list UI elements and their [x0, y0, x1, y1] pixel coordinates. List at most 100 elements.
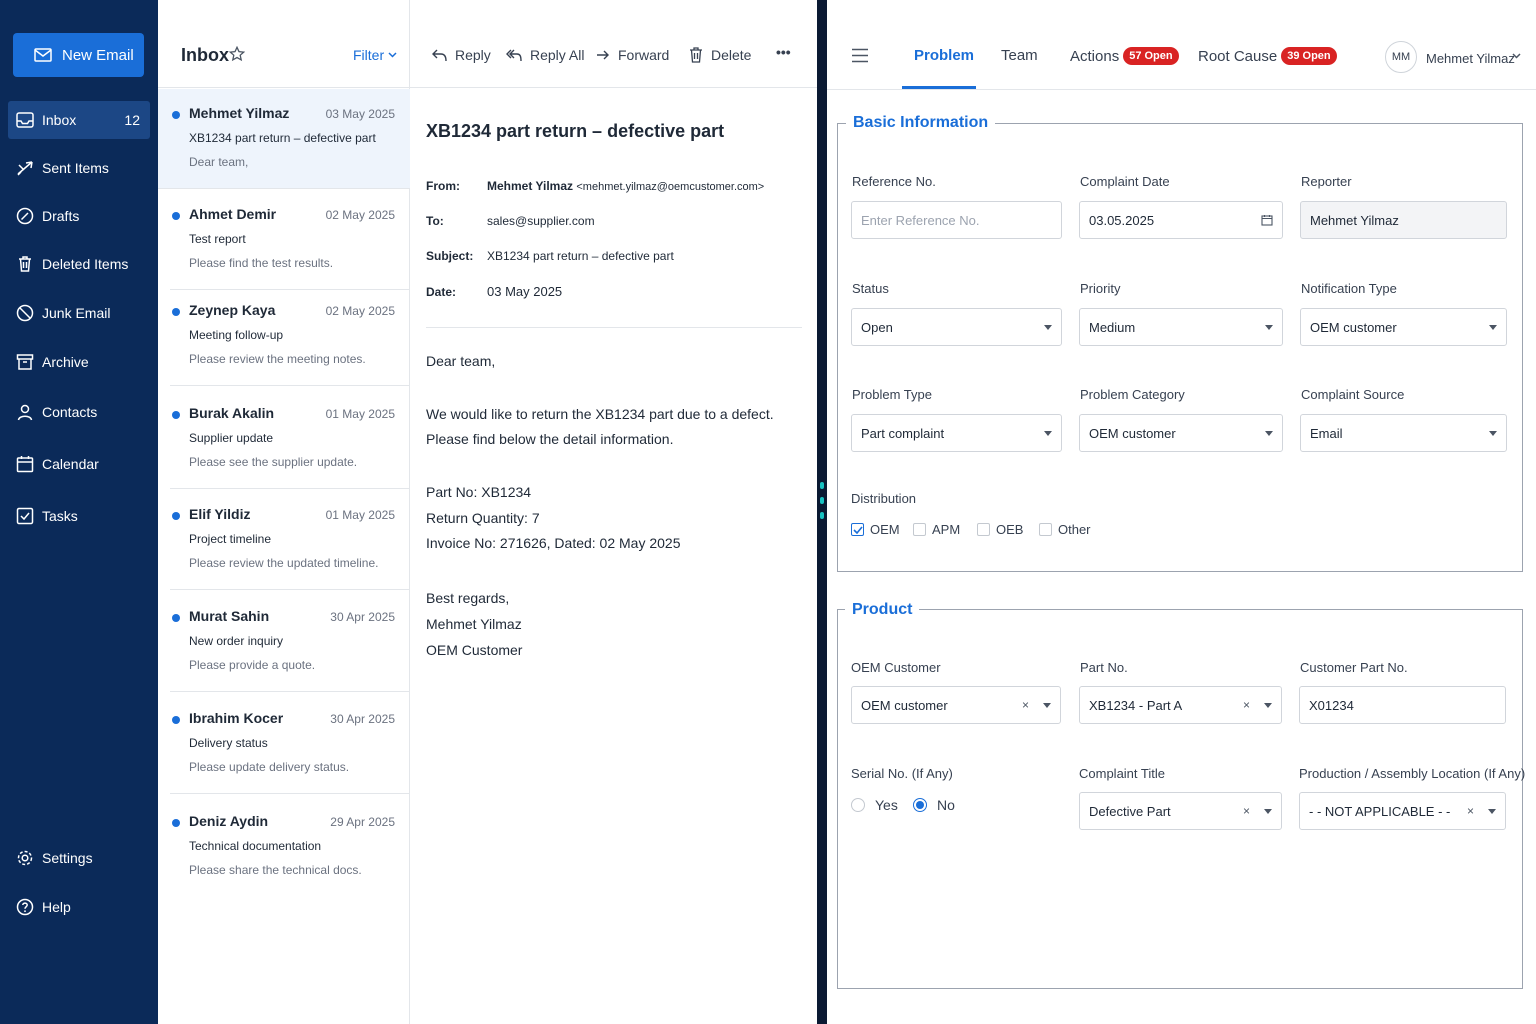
gear-icon: [16, 849, 34, 867]
caret-down-icon: [1265, 324, 1273, 330]
filter-dropdown[interactable]: Filter: [353, 47, 397, 63]
sidebar-item-archive[interactable]: Archive: [8, 343, 150, 381]
delete-button[interactable]: Delete: [689, 47, 751, 63]
sidebar-item-label: Contacts: [42, 404, 98, 420]
calendar-icon[interactable]: [1261, 214, 1273, 226]
serial-yes-radio[interactable]: Yes: [851, 797, 898, 813]
reply-all-icon: [506, 49, 522, 62]
forward-icon: [596, 49, 610, 61]
sidebar-item-drafts[interactable]: Drafts: [8, 197, 150, 235]
notification-type-select[interactable]: OEM customer: [1300, 308, 1507, 346]
tab-team[interactable]: Team: [1001, 47, 1038, 64]
body-line: We would like to return the XB1234 part …: [426, 406, 774, 422]
pane-splitter[interactable]: [817, 0, 827, 1024]
oem-customer-select[interactable]: OEM customer ×: [851, 686, 1061, 724]
body-line: Mehmet Yilmaz: [426, 616, 522, 632]
problem-category-label: Problem Category: [1080, 387, 1185, 402]
sidebar-item-calendar[interactable]: Calendar: [8, 445, 150, 483]
complaint-date-field[interactable]: 03.05.2025: [1079, 201, 1283, 239]
mail-list-item[interactable]: Ahmet Demir 02 May 2025 Test report Plea…: [170, 190, 410, 290]
mail-list-item[interactable]: Mehmet Yilmaz 03 May 2025 XB1234 part re…: [158, 89, 410, 189]
mail-list-item[interactable]: Elif Yildiz 01 May 2025 Project timeline…: [170, 490, 410, 590]
user-name[interactable]: Mehmet Yilmaz: [1426, 51, 1515, 66]
clear-icon[interactable]: ×: [1022, 698, 1029, 712]
tab-root-cause[interactable]: Root Cause 39 Open: [1198, 47, 1337, 65]
forward-button[interactable]: Forward: [596, 47, 669, 63]
problem-category-select[interactable]: OEM customer: [1079, 414, 1283, 452]
body-line: Invoice No: 271626, Dated: 02 May 2025: [426, 535, 681, 551]
sidebar-item-deleted-items[interactable]: Deleted Items: [8, 245, 150, 283]
mail-date: 29 Apr 2025: [330, 815, 395, 829]
trash-icon: [16, 255, 34, 273]
mail-subject: Project timeline: [189, 532, 272, 546]
checkbox-label: OEM: [870, 522, 900, 537]
sidebar-item-tasks[interactable]: Tasks: [8, 497, 150, 535]
tab-label: Actions: [1070, 47, 1120, 65]
to-value[interactable]: sales@supplier.com: [487, 214, 595, 228]
distribution-oeb-checkbox[interactable]: OEB: [977, 522, 1023, 537]
complaint-date-label: Complaint Date: [1080, 174, 1170, 189]
complaint-source-label: Complaint Source: [1301, 387, 1405, 402]
body-line: Dear team,: [426, 353, 496, 369]
more-options-button[interactable]: •••: [776, 44, 791, 60]
checkbox-label: Other: [1058, 522, 1091, 537]
problem-type-label: Problem Type: [852, 387, 932, 402]
complaint-source-select[interactable]: Email: [1300, 414, 1507, 452]
notification-type-value: OEM customer: [1310, 319, 1397, 335]
mail-list-item[interactable]: Burak Akalin 01 May 2025 Supplier update…: [170, 389, 410, 489]
mail-list-item[interactable]: Murat Sahin 30 Apr 2025 New order inquir…: [170, 592, 410, 692]
sidebar-item-junk-email[interactable]: Junk Email: [8, 294, 150, 332]
mail-preview: Please update delivery status.: [189, 760, 350, 774]
clear-icon[interactable]: ×: [1467, 804, 1474, 818]
reply-all-button[interactable]: Reply All: [506, 47, 584, 63]
part-no-select[interactable]: XB1234 - Part A ×: [1079, 686, 1282, 724]
serial-no-radio[interactable]: No: [913, 797, 955, 813]
radio-selected-icon: [913, 798, 927, 812]
sidebar-item-inbox[interactable]: Inbox 12: [8, 101, 150, 139]
star-icon[interactable]: [229, 46, 245, 62]
help-icon: [16, 898, 34, 916]
tab-problem[interactable]: Problem: [914, 47, 974, 64]
from-label: From:: [426, 179, 460, 193]
checkbox-checked-icon: [851, 523, 864, 536]
sidebar-item-label: Archive: [42, 354, 89, 370]
complaint-title-select[interactable]: Defective Part ×: [1079, 792, 1282, 830]
location-select[interactable]: - - NOT APPLICABLE - - ×: [1299, 792, 1506, 830]
clear-icon[interactable]: ×: [1243, 804, 1250, 818]
tab-actions[interactable]: Actions 57 Open: [1070, 47, 1179, 65]
problem-type-select[interactable]: Part complaint: [851, 414, 1062, 452]
sidebar-item-sent-items[interactable]: Sent Items: [8, 149, 150, 187]
sidebar-item-label: Tasks: [42, 508, 78, 524]
unread-dot: [172, 308, 180, 316]
distribution-oem-checkbox[interactable]: OEM: [851, 522, 900, 537]
distribution-apm-checkbox[interactable]: APM: [913, 522, 960, 537]
complaint-title-value: Defective Part: [1089, 803, 1171, 819]
reply-button[interactable]: Reply: [432, 47, 491, 63]
priority-select[interactable]: Medium: [1079, 308, 1283, 346]
mail-preview: Please see the supplier update.: [189, 455, 358, 469]
reference-input[interactable]: Enter Reference No.: [851, 201, 1062, 239]
mail-list-item[interactable]: Ibrahim Kocer 30 Apr 2025 Delivery statu…: [170, 694, 410, 794]
mail-list-item[interactable]: Deniz Aydin 29 Apr 2025 Technical docume…: [170, 797, 410, 897]
contact-icon: [16, 403, 34, 421]
mail-list-item[interactable]: Zeynep Kaya 02 May 2025 Meeting follow-u…: [170, 286, 410, 386]
filter-label: Filter: [353, 47, 385, 63]
sidebar-item-help[interactable]: Help: [8, 888, 150, 926]
delete-label: Delete: [711, 47, 752, 63]
new-email-button[interactable]: New Email: [13, 33, 144, 77]
sidebar-item-contacts[interactable]: Contacts: [8, 393, 150, 431]
status-select[interactable]: Open: [851, 308, 1062, 346]
unread-dot: [172, 212, 180, 220]
avatar[interactable]: MM: [1385, 41, 1417, 73]
subject-value: XB1234 part return – defective part: [487, 249, 674, 263]
mail-date: 01 May 2025: [325, 407, 395, 421]
hamburger-menu-icon[interactable]: [851, 48, 869, 63]
calendar-icon: [16, 455, 34, 473]
clear-icon[interactable]: ×: [1243, 698, 1250, 712]
customer-part-no-input[interactable]: X01234: [1299, 686, 1506, 724]
chevron-down-icon[interactable]: [1512, 53, 1521, 59]
reading-toolbar: Reply Reply All Forward Delete •••: [410, 0, 817, 88]
sidebar-item-settings[interactable]: Settings: [8, 839, 150, 877]
distribution-other-checkbox[interactable]: Other: [1039, 522, 1091, 537]
from-email[interactable]: <mehmet.yilmaz@oemcustomer.com>: [576, 181, 764, 193]
